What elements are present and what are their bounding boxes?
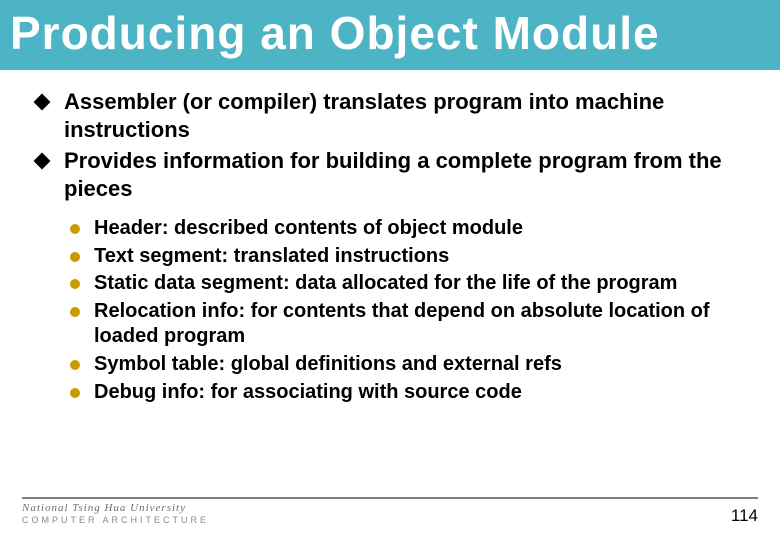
round-bullet-icon xyxy=(70,252,80,262)
slide-content: Assembler (or compiler) translates progr… xyxy=(0,70,780,405)
sub-bullet: Symbol table: global definitions and ext… xyxy=(64,352,752,378)
sub-bullet: Relocation info: for contents that depen… xyxy=(64,299,752,350)
slide-footer: National Tsing Hua University COMPUTER A… xyxy=(0,497,780,526)
sub-bullet-text: Header: described contents of object mod… xyxy=(94,217,523,239)
sub-bullet-text: Symbol table: global definitions and ext… xyxy=(94,353,562,375)
sub-bullet: Text segment: translated instructions xyxy=(64,244,752,270)
main-bullet-text: Provides information for building a comp… xyxy=(64,148,722,201)
sub-bullet-text: Text segment: translated instructions xyxy=(94,245,449,267)
sub-bullet-list: Header: described contents of object mod… xyxy=(64,216,752,405)
sub-bullet-text: Static data segment: data allocated for … xyxy=(94,272,677,294)
main-bullet: Assembler (or compiler) translates progr… xyxy=(28,88,752,143)
diamond-bullet-icon xyxy=(34,153,51,170)
sub-bullet-text: Debug info: for associating with source … xyxy=(94,381,522,403)
main-bullet-text: Assembler (or compiler) translates progr… xyxy=(64,89,664,142)
round-bullet-icon xyxy=(70,279,80,289)
footer-branding: National Tsing Hua University COMPUTER A… xyxy=(22,502,209,526)
sub-bullet: Header: described contents of object mod… xyxy=(64,216,752,242)
footer-row: National Tsing Hua University COMPUTER A… xyxy=(22,502,758,526)
main-bullet-list: Assembler (or compiler) translates progr… xyxy=(28,88,752,202)
round-bullet-icon xyxy=(70,388,80,398)
round-bullet-icon xyxy=(70,360,80,370)
page-number: 114 xyxy=(731,506,758,526)
sub-bullet: Debug info: for associating with source … xyxy=(64,380,752,406)
footer-university: National Tsing Hua University xyxy=(22,502,209,515)
round-bullet-icon xyxy=(70,224,80,234)
footer-course: COMPUTER ARCHITECTURE xyxy=(22,515,209,526)
sub-bullet-text: Relocation info: for contents that depen… xyxy=(94,300,710,348)
main-bullet: Provides information for building a comp… xyxy=(28,147,752,202)
round-bullet-icon xyxy=(70,307,80,317)
title-bar: Producing an Object Module xyxy=(0,0,780,70)
slide-title: Producing an Object Module xyxy=(10,6,770,60)
sub-bullet: Static data segment: data allocated for … xyxy=(64,271,752,297)
diamond-bullet-icon xyxy=(34,94,51,111)
footer-divider xyxy=(22,497,758,499)
